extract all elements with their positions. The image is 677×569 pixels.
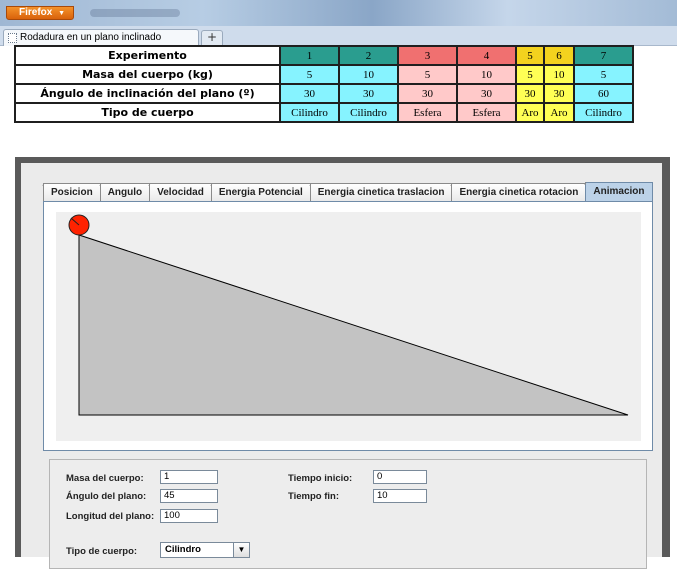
inclined-plane (78, 234, 629, 416)
tab-posicion[interactable]: Posicion (43, 183, 101, 202)
browser-titlebar: Firefox ▼ (0, 0, 677, 26)
rolling-body (68, 214, 90, 236)
browser-tabbar: Rodadura en un plano inclinado + (0, 26, 677, 46)
tab-animacion[interactable]: Animacion (585, 182, 653, 202)
angle-field[interactable]: 45 (160, 489, 218, 503)
body-type-label: Tipo de cuerpo: (66, 546, 138, 557)
body-type-value: Cilindro (165, 544, 201, 555)
tab-energia-cinetica-traslacion[interactable]: Energia cinetica traslacion (309, 183, 453, 202)
animation-panel (43, 201, 653, 451)
table-cell: 30 (279, 83, 340, 104)
table-cell: 2 (338, 45, 399, 66)
body-type-select[interactable]: Cilindro ▼ (160, 542, 250, 558)
table-row: Experimento 1 2 3 4 5 6 7 (14, 45, 634, 66)
page-icon (8, 33, 17, 43)
table-cell: 5 (397, 64, 458, 85)
tab-energia-cinetica-rotacion[interactable]: Energia cinetica rotacion (451, 183, 587, 202)
table-row: Ángulo de inclinación del plano (º) 30 30 3… (14, 83, 634, 104)
tab-angulo[interactable]: Angulo (99, 183, 151, 202)
start-time-label: Tiempo inicio: (288, 473, 353, 484)
applet-tabs: Posicion Angulo Velocidad Energia Potencial… (43, 182, 653, 202)
chevron-down-icon: ▼ (58, 10, 66, 17)
plus-icon: + (206, 30, 218, 44)
mass-label: Masa del cuerpo: (66, 473, 144, 484)
table-cell: 6 (543, 45, 575, 66)
table-cell: 5 (279, 64, 340, 85)
tab-energia-potencial[interactable]: Energia Potencial (210, 183, 311, 202)
table-cell: 5 (515, 64, 545, 85)
row-header: Tipo de cuerpo (14, 102, 281, 123)
animation-svg (68, 214, 629, 416)
table-cell: 10 (338, 64, 399, 85)
table-cell: Cilindro (338, 102, 399, 123)
firefox-menu-button[interactable]: Firefox ▼ (6, 6, 74, 20)
table-cell: 30 (397, 83, 458, 104)
end-time-label: Tiempo fin: (288, 491, 340, 502)
start-time-field[interactable]: 0 (373, 470, 427, 484)
table-row: Tipo de cuerpo Cilindro Cilindro Esfera Esfe… (14, 102, 634, 123)
table-cell: Esfera (397, 102, 458, 123)
applet-window: Posicion Angulo Velocidad Energia Potencial… (15, 157, 670, 569)
table-cell: Cilindro (279, 102, 340, 123)
row-header: Ángulo de inclinación del plano (º) (14, 83, 281, 104)
table-cell: 5 (573, 64, 634, 85)
new-tab-button[interactable]: + (201, 30, 223, 45)
table-row: Masa del cuerpo (kg) 5 10 5 10 5 10 5 (14, 64, 634, 85)
length-label: Longitud del plano: (66, 511, 155, 522)
applet-content: Posicion Angulo Velocidad Energia Potencial… (21, 163, 662, 569)
table-cell: 10 (543, 64, 575, 85)
table-cell: 7 (573, 45, 634, 66)
length-field[interactable]: 100 (160, 509, 218, 523)
experiment-table: Experimento 1 2 3 4 5 6 7 Masa del cuerpo (kg) 5 1… (14, 45, 634, 123)
table-cell: 30 (456, 83, 517, 104)
table-cell: 10 (456, 64, 517, 85)
table-cell: 5 (515, 45, 545, 66)
window-title-blurred (90, 9, 180, 17)
end-time-field[interactable]: 10 (373, 489, 427, 503)
table-cell: 4 (456, 45, 517, 66)
row-header: Masa del cuerpo (kg) (14, 64, 281, 85)
table-cell: 30 (338, 83, 399, 104)
table-cell: Esfera (456, 102, 517, 123)
table-cell: 60 (573, 83, 634, 104)
table-cell: 30 (543, 83, 575, 104)
dropdown-arrow-icon[interactable]: ▼ (233, 543, 249, 557)
table-cell: Cilindro (573, 102, 634, 123)
browser-tab-title: Rodadura en un plano inclinado (20, 32, 162, 43)
parameters-form: Masa del cuerpo: 1 Ángulo del plano: 45 … (49, 459, 647, 569)
mass-field[interactable]: 1 (160, 470, 218, 484)
browser-tab[interactable]: Rodadura en un plano inclinado (3, 29, 199, 46)
table-cell: Aro (543, 102, 575, 123)
table-cell: 1 (279, 45, 340, 66)
tab-velocidad[interactable]: Velocidad (149, 183, 212, 202)
angle-label: Ángulo del plano: (66, 491, 147, 502)
firefox-menu-label: Firefox (19, 7, 53, 18)
animation-canvas (56, 212, 641, 441)
row-header: Experimento (14, 45, 281, 66)
table-cell: Aro (515, 102, 545, 123)
table-cell: 30 (515, 83, 545, 104)
table-cell: 3 (397, 45, 458, 66)
